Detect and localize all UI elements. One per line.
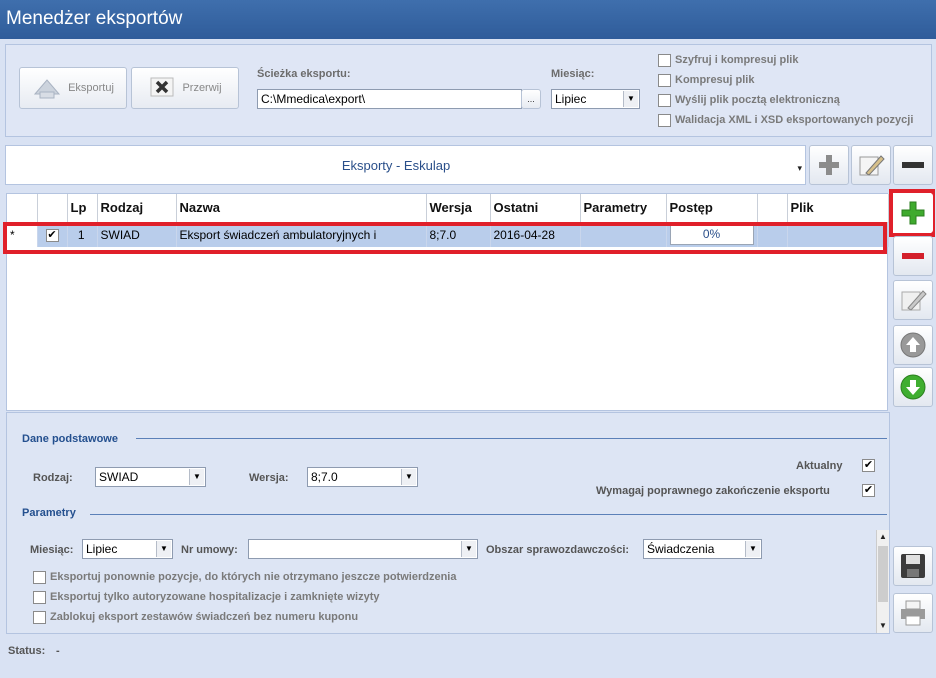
params-miesiac-select[interactable]: Lipiec ▼ bbox=[82, 539, 173, 559]
basic-section-title: Dane podstawowe bbox=[22, 433, 118, 445]
remove-profile-button[interactable] bbox=[893, 145, 933, 185]
plus-icon bbox=[819, 155, 839, 175]
column-header-plik[interactable]: Plik bbox=[787, 194, 889, 223]
browse-button[interactable]: ... bbox=[521, 89, 541, 109]
profile-value: Eksporty - Eskulap bbox=[341, 158, 451, 173]
column-header-parametry[interactable]: Parametry bbox=[580, 194, 667, 223]
print-button[interactable] bbox=[893, 593, 933, 633]
edit-icon bbox=[859, 155, 885, 176]
month-label: Miesiąc: bbox=[551, 68, 595, 80]
add-row-button[interactable] bbox=[893, 193, 933, 233]
column-header[interactable] bbox=[37, 194, 68, 223]
save-button[interactable] bbox=[893, 546, 933, 586]
chevron-down-icon: ▼ bbox=[461, 541, 476, 557]
rodzaj-value: SWIAD bbox=[99, 470, 139, 484]
move-down-button[interactable] bbox=[893, 367, 933, 407]
param-option-authorized-checkbox[interactable] bbox=[33, 591, 46, 604]
export-icon bbox=[32, 74, 62, 103]
option-encrypt-label: Szyfruj i kompresuj plik bbox=[675, 54, 799, 66]
params-section-divider bbox=[90, 514, 887, 515]
minus-icon bbox=[902, 162, 924, 168]
chevron-down-icon: ▼ bbox=[623, 91, 638, 107]
param-option-block-label: Zablokuj eksport zestawów świadczeń bez … bbox=[50, 611, 359, 623]
param-option-reexport-checkbox[interactable] bbox=[33, 571, 46, 584]
option-encrypt-checkbox[interactable] bbox=[658, 54, 671, 67]
column-header-postep[interactable]: Postęp bbox=[666, 194, 758, 223]
params-miesiac-value: Lipiec bbox=[86, 542, 118, 556]
rodzaj-label: Rodzaj: bbox=[33, 472, 73, 484]
arrow-up-icon bbox=[900, 332, 926, 358]
scroll-up-icon[interactable]: ▲ bbox=[877, 530, 889, 544]
edit-icon bbox=[901, 290, 927, 311]
path-input[interactable]: C:\Mmedica\export\ bbox=[257, 89, 522, 109]
wymagaj-checkbox[interactable]: ✔ bbox=[862, 484, 875, 497]
remove-row-button[interactable] bbox=[893, 236, 933, 276]
column-header-wersja[interactable]: Wersja bbox=[426, 194, 491, 223]
printer-icon bbox=[901, 600, 925, 626]
edit-profile-button[interactable] bbox=[851, 145, 891, 185]
arrow-down-icon bbox=[900, 374, 926, 400]
stop-label: Przerwij bbox=[182, 82, 222, 94]
path-label: Ścieżka eksportu: bbox=[257, 68, 351, 80]
wersja-value: 8;7.0 bbox=[311, 470, 338, 484]
obszar-select[interactable]: Świadczenia ▼ bbox=[643, 539, 762, 559]
chevron-down-icon: ▾ bbox=[797, 163, 802, 173]
umowa-label: Nr umowy: bbox=[181, 544, 238, 556]
month-select[interactable]: Lipiec ▼ bbox=[551, 89, 640, 109]
move-up-button[interactable] bbox=[893, 325, 933, 365]
wersja-select[interactable]: 8;7.0 ▼ bbox=[307, 467, 418, 487]
details-scrollbar[interactable]: ▲ ▼ bbox=[876, 530, 889, 633]
export-label: Eksportuj bbox=[68, 82, 114, 94]
params-miesiac-label: Miesiąc: bbox=[30, 544, 74, 556]
plus-icon bbox=[901, 201, 925, 225]
chevron-down-icon: ▼ bbox=[401, 469, 416, 485]
basic-section-divider bbox=[136, 438, 887, 439]
chevron-down-icon: ▼ bbox=[156, 541, 171, 557]
option-validate-checkbox[interactable] bbox=[658, 114, 671, 127]
column-header-nazwa[interactable]: Nazwa bbox=[176, 194, 427, 223]
aktualny-label: Aktualny bbox=[796, 460, 843, 472]
export-button[interactable]: Eksportuj bbox=[19, 67, 127, 109]
rodzaj-select[interactable]: SWIAD ▼ bbox=[95, 467, 206, 487]
obszar-label: Obszar sprawozdawczości: bbox=[486, 544, 630, 556]
column-header[interactable] bbox=[7, 194, 38, 223]
chevron-down-icon: ▼ bbox=[189, 469, 204, 485]
minus-icon bbox=[902, 253, 924, 259]
option-email-label: Wyślij plik pocztą elektroniczną bbox=[675, 94, 840, 106]
column-header-lp[interactable]: Lp bbox=[67, 194, 98, 223]
umowa-select[interactable]: ▼ bbox=[248, 539, 478, 559]
option-email-checkbox[interactable] bbox=[658, 94, 671, 107]
chevron-down-icon: ▼ bbox=[745, 541, 760, 557]
edit-row-button[interactable] bbox=[893, 280, 933, 320]
option-validate-label: Walidacja XML i XSD eksportowanych pozyc… bbox=[675, 114, 914, 126]
param-option-reexport-label: Eksportuj ponownie pozycje, do których n… bbox=[50, 571, 457, 583]
scroll-down-icon[interactable]: ▼ bbox=[877, 619, 889, 633]
column-header-ostatni[interactable]: Ostatni bbox=[490, 194, 581, 223]
stop-icon bbox=[148, 74, 176, 103]
scroll-thumb[interactable] bbox=[878, 546, 888, 602]
profile-select[interactable]: Eksporty - Eskulap ▾ bbox=[5, 145, 806, 185]
row-highlight-box bbox=[3, 222, 887, 254]
status-label: Status: bbox=[8, 645, 46, 657]
param-option-authorized-label: Eksportuj tylko autoryzowane hospitaliza… bbox=[50, 591, 380, 603]
column-header[interactable] bbox=[757, 194, 788, 223]
add-profile-button[interactable] bbox=[809, 145, 849, 185]
param-option-block-checkbox[interactable] bbox=[33, 611, 46, 624]
option-compress-checkbox[interactable] bbox=[658, 74, 671, 87]
table-header-row: Lp Rodzaj Nazwa Wersja Ostatni Parametry… bbox=[7, 194, 889, 223]
month-value: Lipiec bbox=[555, 92, 587, 106]
params-section-title: Parametry bbox=[22, 507, 76, 519]
wymagaj-label: Wymagaj poprawnego zakończenie eksportu bbox=[596, 485, 830, 497]
obszar-value: Świadczenia bbox=[647, 542, 715, 556]
option-compress-label: Kompresuj plik bbox=[675, 74, 755, 86]
status-value: - bbox=[56, 645, 60, 657]
aktualny-checkbox[interactable]: ✔ bbox=[862, 459, 875, 472]
wersja-label: Wersja: bbox=[249, 472, 289, 484]
window-title: Menedżer eksportów bbox=[0, 0, 936, 39]
stop-button[interactable]: Przerwij bbox=[131, 67, 239, 109]
column-header-rodzaj[interactable]: Rodzaj bbox=[97, 194, 177, 223]
floppy-icon bbox=[901, 554, 925, 578]
